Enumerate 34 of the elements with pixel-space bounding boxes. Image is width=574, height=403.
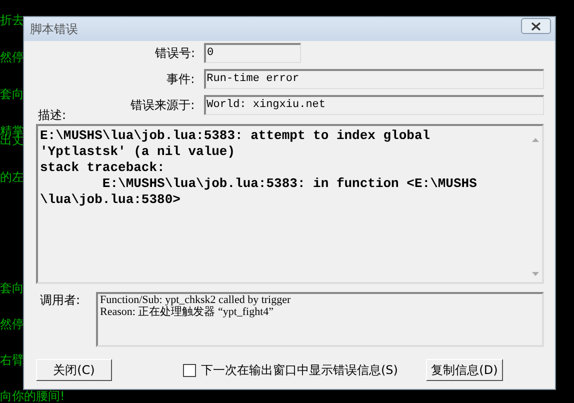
terminal-text: 右臂 (0, 353, 24, 367)
error-text-line: 'Yptlastsk' (a nil value) (40, 144, 236, 160)
caller-text-area[interactable]: Function/Sub: ypt_chksk2 called by trigger Reason: 正在处理触发器 “ypt_fight4” (96, 292, 544, 347)
text-field[interactable]: 0 (204, 43, 301, 63)
copy-info-button[interactable]: 复制信息(D) (426, 359, 503, 381)
text-field[interactable]: Run-time error (204, 69, 544, 89)
field-label: 错误号: (154, 44, 195, 62)
error-text-line: stack traceback: (40, 160, 166, 176)
close-button[interactable]: 关闭(C) (36, 359, 112, 381)
terminal-text: 套向 (0, 281, 24, 295)
terminal-text: 套向 (0, 87, 24, 101)
checkbox-label[interactable]: 下一次在输出窗口中显示错误信息(S) (201, 362, 398, 378)
close-icon (531, 22, 541, 30)
terminal-text: 折去 (0, 13, 24, 27)
caller-text-line: Function/Sub: ypt_chksk2 called by trigger (100, 294, 292, 306)
error-text-line: E:\MUSHS\lua\job.lua:5383: in function <E:\MUSHS (101, 176, 478, 192)
field-label: 错误来源于: (130, 96, 195, 114)
error-text-line: \lua\job.lua:5380> (40, 192, 182, 208)
down-arrow-icon (532, 272, 538, 276)
field-label: 事件: (166, 70, 195, 88)
terminal-text: 然停 (0, 50, 24, 64)
description-text-area[interactable]: E:\MUSHS\lua\job.lua:5383: attempt to index global 'Yptlastsk' (a nil value) stack traceback: E:\MUSHS\lua\job.lua:5383: in function <E:\MUSHS \lua\job.lua:5380> (36, 124, 544, 284)
text-field[interactable]: World: xingxiu.net (204, 95, 544, 115)
terminal-text: 然停 (0, 317, 24, 331)
close-button[interactable] (521, 18, 551, 34)
terminal-text: 向你的腰间! (0, 389, 65, 403)
terminal-text: 的左 (0, 170, 24, 184)
description-label: 描述: (38, 107, 68, 121)
checkbox[interactable] (183, 364, 196, 376)
caller-label: 调用者: (39, 292, 80, 309)
window-title: 脚本错误 (30, 20, 78, 38)
up-arrow-icon (532, 138, 538, 142)
caller-text-line: Reason: 正在处理触发器 “ypt_fight4” (100, 306, 275, 318)
error-text-line: E:\MUSHS\lua\job.lua:5383: attempt to index global (40, 128, 432, 144)
